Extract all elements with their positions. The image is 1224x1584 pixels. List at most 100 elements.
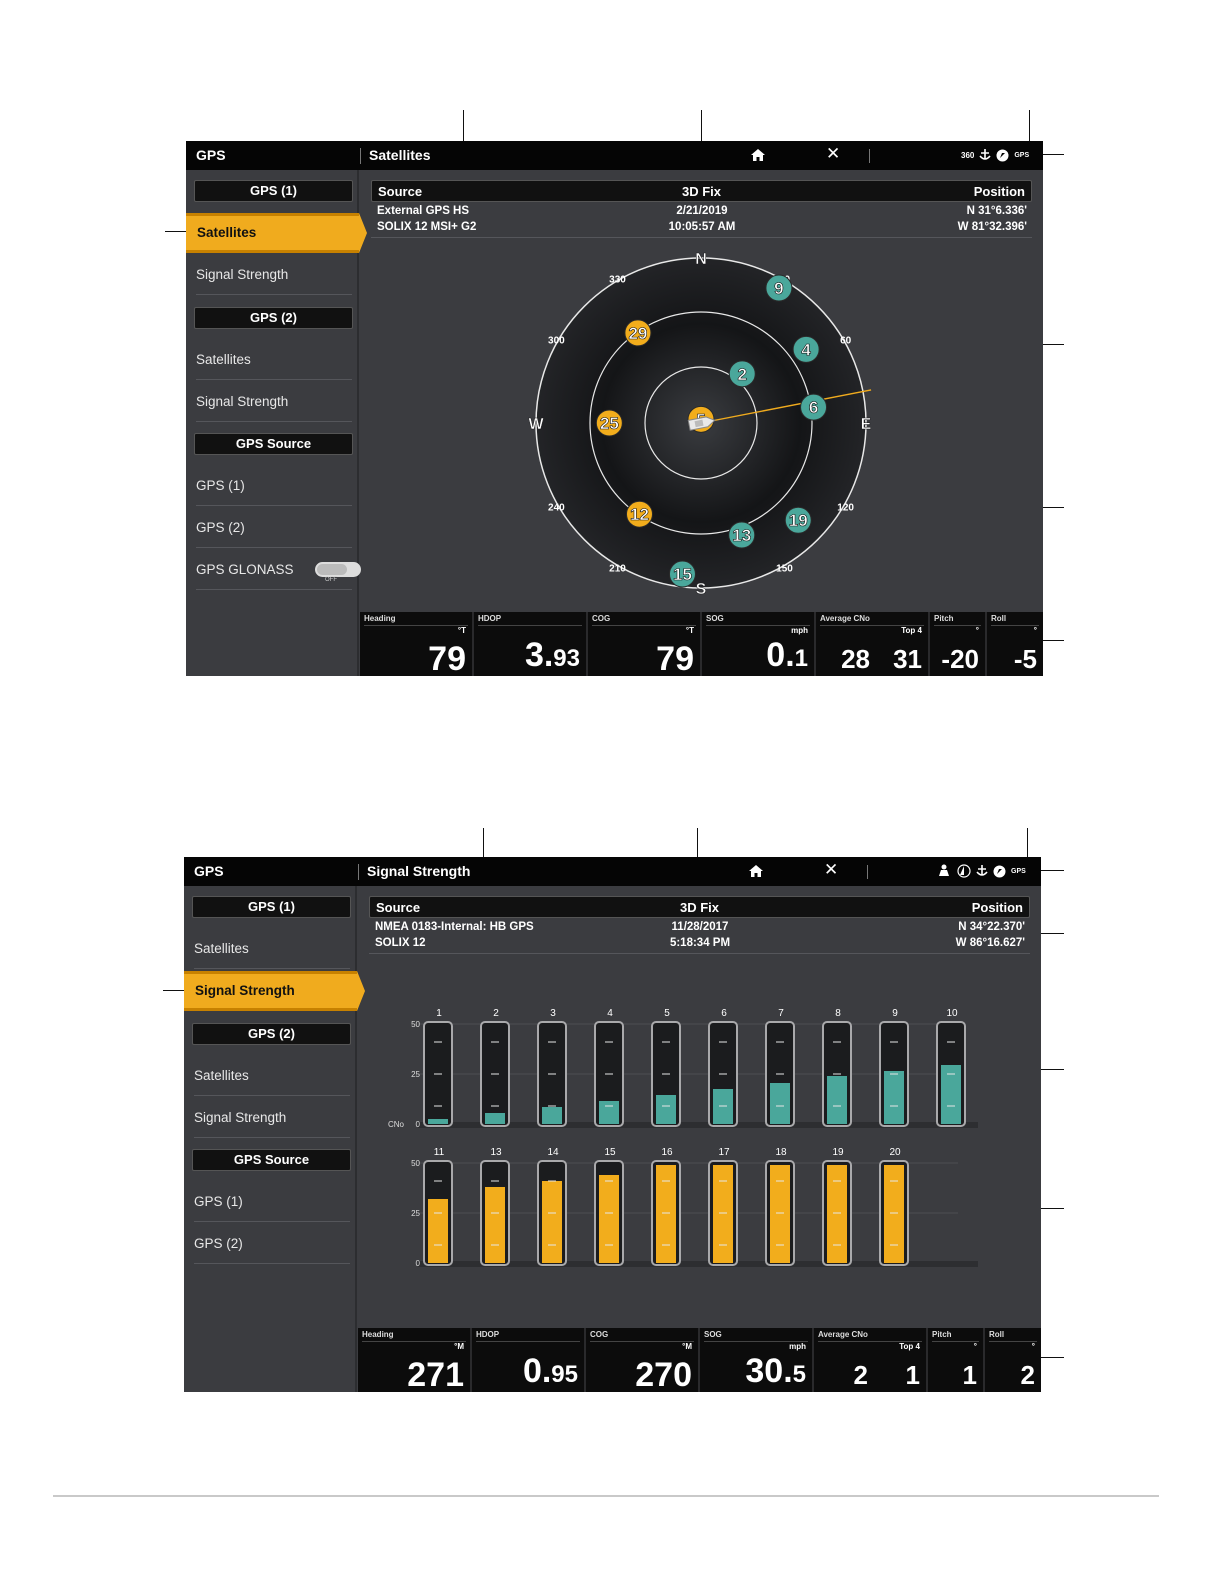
y-tick-label: 50 <box>411 1020 420 1029</box>
satellite-number-label: 1 <box>436 1008 442 1019</box>
degree-label: 60 <box>840 336 852 347</box>
page-title: Signal Strength <box>367 863 471 879</box>
sidebar-item-gps2-satellites[interactable]: Satellites <box>194 1056 350 1096</box>
roll-cell[interactable]: Roll ° -5 <box>987 612 1043 676</box>
cog-unit: °M <box>682 1342 692 1351</box>
callout-line <box>1038 933 1064 935</box>
hdop-value-dec: 95 <box>551 1361 578 1388</box>
signal-bar: 19 <box>822 1147 852 1266</box>
sidebar-item-gps1-satellites[interactable]: Satellites <box>194 929 350 969</box>
satellite-number-label: 6 <box>721 1008 727 1019</box>
heading-unit: °T <box>457 626 466 635</box>
cog-cell[interactable]: COG °M 270 <box>586 1328 700 1392</box>
y-tick-label: 0 <box>416 1259 421 1268</box>
satellite-number-label: 15 <box>604 1147 616 1158</box>
close-icon[interactable]: ✕ <box>824 861 838 879</box>
sidebar-item-source-gps2[interactable]: GPS (2) <box>196 508 352 548</box>
home-icon[interactable] <box>748 864 764 878</box>
degree-label: 300 <box>548 336 565 347</box>
fix-time: 5:18:34 PM <box>669 937 731 949</box>
bar-fill <box>485 1113 505 1124</box>
satellite-marker: 6 <box>800 393 828 421</box>
pitch-cell[interactable]: Pitch ° -20 <box>930 612 987 676</box>
sog-cell[interactable]: SOG mph 0.1 <box>702 612 816 676</box>
compass-icon <box>996 149 1009 161</box>
degree-label: 330 <box>609 274 626 285</box>
satellite-id: 29 <box>628 324 647 343</box>
signal-bar: 18 <box>765 1147 795 1266</box>
sog-value-int: 30. <box>745 1352 793 1390</box>
roll-cell[interactable]: Roll ° 2 <box>985 1328 1041 1392</box>
sidebar-item-source-gps1[interactable]: GPS (1) <box>194 1182 350 1222</box>
hdop-cell[interactable]: HDOP 3.93 <box>474 612 588 676</box>
satellite-number-label: 17 <box>718 1147 730 1158</box>
satellite-number-label: 10 <box>946 1008 958 1019</box>
sidebar-item-source-gps2[interactable]: GPS (2) <box>194 1224 350 1264</box>
signal-bar: 20 <box>879 1147 909 1266</box>
roll-value: -5 <box>1013 644 1037 674</box>
hdop-value-dec: 93 <box>553 645 580 672</box>
sog-value: 30.5 <box>745 1351 806 1392</box>
cog-label: COG <box>592 614 611 623</box>
divider <box>364 625 468 626</box>
sidebar-item-gps-glonass[interactable]: GPS GLONASS OFF <box>196 550 361 590</box>
sidebar-item-gps2-signal-strength[interactable]: Signal Strength <box>196 382 352 422</box>
gps-status-icon: GPS <box>1011 867 1026 875</box>
page-footer-rule <box>53 1495 1159 1497</box>
signal-bar: 17 <box>708 1147 738 1266</box>
signal-bar: 2 <box>480 1008 510 1127</box>
cog-cell[interactable]: COG °T 79 <box>588 612 702 676</box>
app-title: GPS <box>194 863 224 879</box>
close-icon[interactable]: ✕ <box>826 145 840 163</box>
hdop-cell[interactable]: HDOP 0.95 <box>472 1328 586 1392</box>
hdop-value: 3.93 <box>525 635 580 676</box>
divider <box>590 1341 694 1342</box>
cog-label: COG <box>590 1330 609 1339</box>
sog-unit: mph <box>789 1342 806 1351</box>
anchor-icon <box>976 865 988 876</box>
title-separator <box>360 148 361 164</box>
cog-value: 79 <box>656 640 694 676</box>
sidebar-header-gps-source: GPS Source <box>194 433 353 455</box>
y-tick-label: 25 <box>411 1070 420 1079</box>
signal-bar: 10 <box>936 1008 966 1127</box>
toggle-state-label: OFF <box>325 577 337 583</box>
info-header: Source 3D Fix Position <box>369 896 1030 918</box>
app-title: GPS <box>196 147 226 163</box>
callout-line <box>165 231 187 233</box>
satellite-number-label: 8 <box>835 1008 841 1019</box>
glonass-label: GPS GLONASS <box>196 562 294 577</box>
satellite-id: 9 <box>774 279 783 298</box>
satellite-marker: 29 <box>624 319 652 347</box>
sidebar-item-gps2-signal-strength[interactable]: Signal Strength <box>194 1098 350 1138</box>
satellite-id: 25 <box>600 414 619 433</box>
average-cno-cell[interactable]: Average CNo Top 4 2 1 <box>814 1328 928 1392</box>
gps-status-icon: GPS <box>1014 151 1030 159</box>
fisherman-icon <box>939 864 949 876</box>
hdop-label: HDOP <box>476 1330 500 1339</box>
satellite-number-label: 18 <box>775 1147 787 1158</box>
sidebar-item-gps1-satellites[interactable]: Satellites <box>186 213 367 253</box>
sidebar-item-gps1-signal-strength[interactable]: Signal Strength <box>184 971 365 1011</box>
divider <box>369 953 1030 954</box>
average-cno-cell[interactable]: Average CNo Top 4 28 31 <box>816 612 930 676</box>
bar-fill <box>485 1187 505 1263</box>
home-icon[interactable] <box>750 148 766 162</box>
glonass-toggle[interactable]: OFF <box>315 562 361 583</box>
info-row-1: NMEA 0183-Internal: HB GPS 11/28/2017 N … <box>375 921 1025 937</box>
callout-line <box>1040 640 1064 642</box>
signal-bar: 11 <box>423 1147 453 1266</box>
sog-cell[interactable]: SOG mph 30.5 <box>700 1328 814 1392</box>
sidebar-item-source-gps1[interactable]: GPS (1) <box>196 466 352 506</box>
divider <box>476 1341 580 1342</box>
signal-bar: 5 <box>651 1008 681 1127</box>
sidebar-item-gps2-satellites[interactable]: Satellites <box>196 340 352 380</box>
heading-cell[interactable]: Heading °M 271 <box>358 1328 472 1392</box>
sidebar-item-gps1-signal-strength[interactable]: Signal Strength <box>196 255 352 295</box>
signal-bar: 1 <box>423 1008 453 1127</box>
satellite-number-label: 14 <box>547 1147 559 1158</box>
heading-label: Heading <box>362 1330 394 1339</box>
heading-cell[interactable]: Heading °T 79 <box>360 612 474 676</box>
pitch-cell[interactable]: Pitch ° 1 <box>928 1328 985 1392</box>
page-title: Satellites <box>369 147 431 163</box>
